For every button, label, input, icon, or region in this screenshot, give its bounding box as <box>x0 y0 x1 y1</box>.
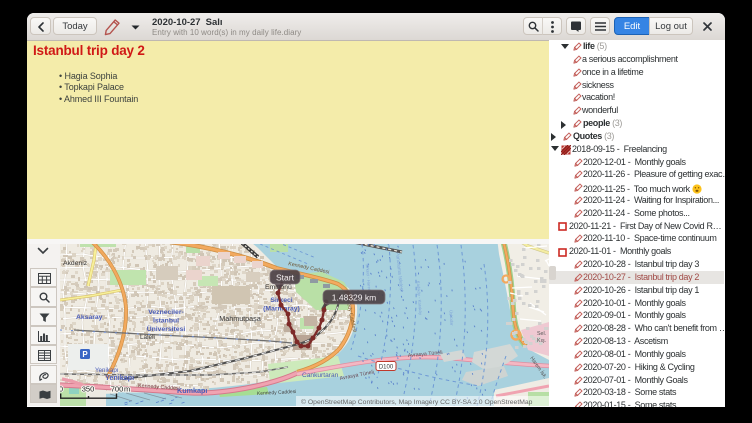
svg-text:Laleli: Laleli <box>140 334 155 341</box>
svg-text:Akdeniz: Akdeniz <box>63 260 88 267</box>
svg-text:Kumkapı: Kumkapı <box>177 386 207 395</box>
svg-text:Kış.: Kış. <box>537 338 546 344</box>
svg-text:350: 350 <box>82 384 95 393</box>
svg-text:0: 0 <box>60 384 63 393</box>
svg-text:700: 700 <box>111 384 124 393</box>
svg-text:Vezneciler-: Vezneciler- <box>148 309 184 316</box>
svg-text:Üniversitesi: Üniversitesi <box>147 324 186 333</box>
svg-text:Aksaray: Aksaray <box>76 314 103 321</box>
svg-text:Sel.: Sel. <box>537 331 546 337</box>
svg-text:1.48329 km: 1.48329 km <box>332 292 376 302</box>
svg-text:© OpenStreetMap Contributors,: © OpenStreetMap Contributors, Map Imager… <box>301 398 533 406</box>
svg-text:Mahmutpaşa: Mahmutpaşa <box>219 314 261 323</box>
svg-text:m: m <box>124 384 130 393</box>
svg-text:İstanbul: İstanbul <box>153 316 179 324</box>
svg-text:Cankurtaran: Cankurtaran <box>302 372 339 379</box>
svg-text:D100: D100 <box>379 364 394 370</box>
svg-text:Yenikapı: Yenikapı <box>105 373 134 382</box>
svg-text:Start: Start <box>276 272 295 282</box>
svg-text:P: P <box>82 350 88 359</box>
